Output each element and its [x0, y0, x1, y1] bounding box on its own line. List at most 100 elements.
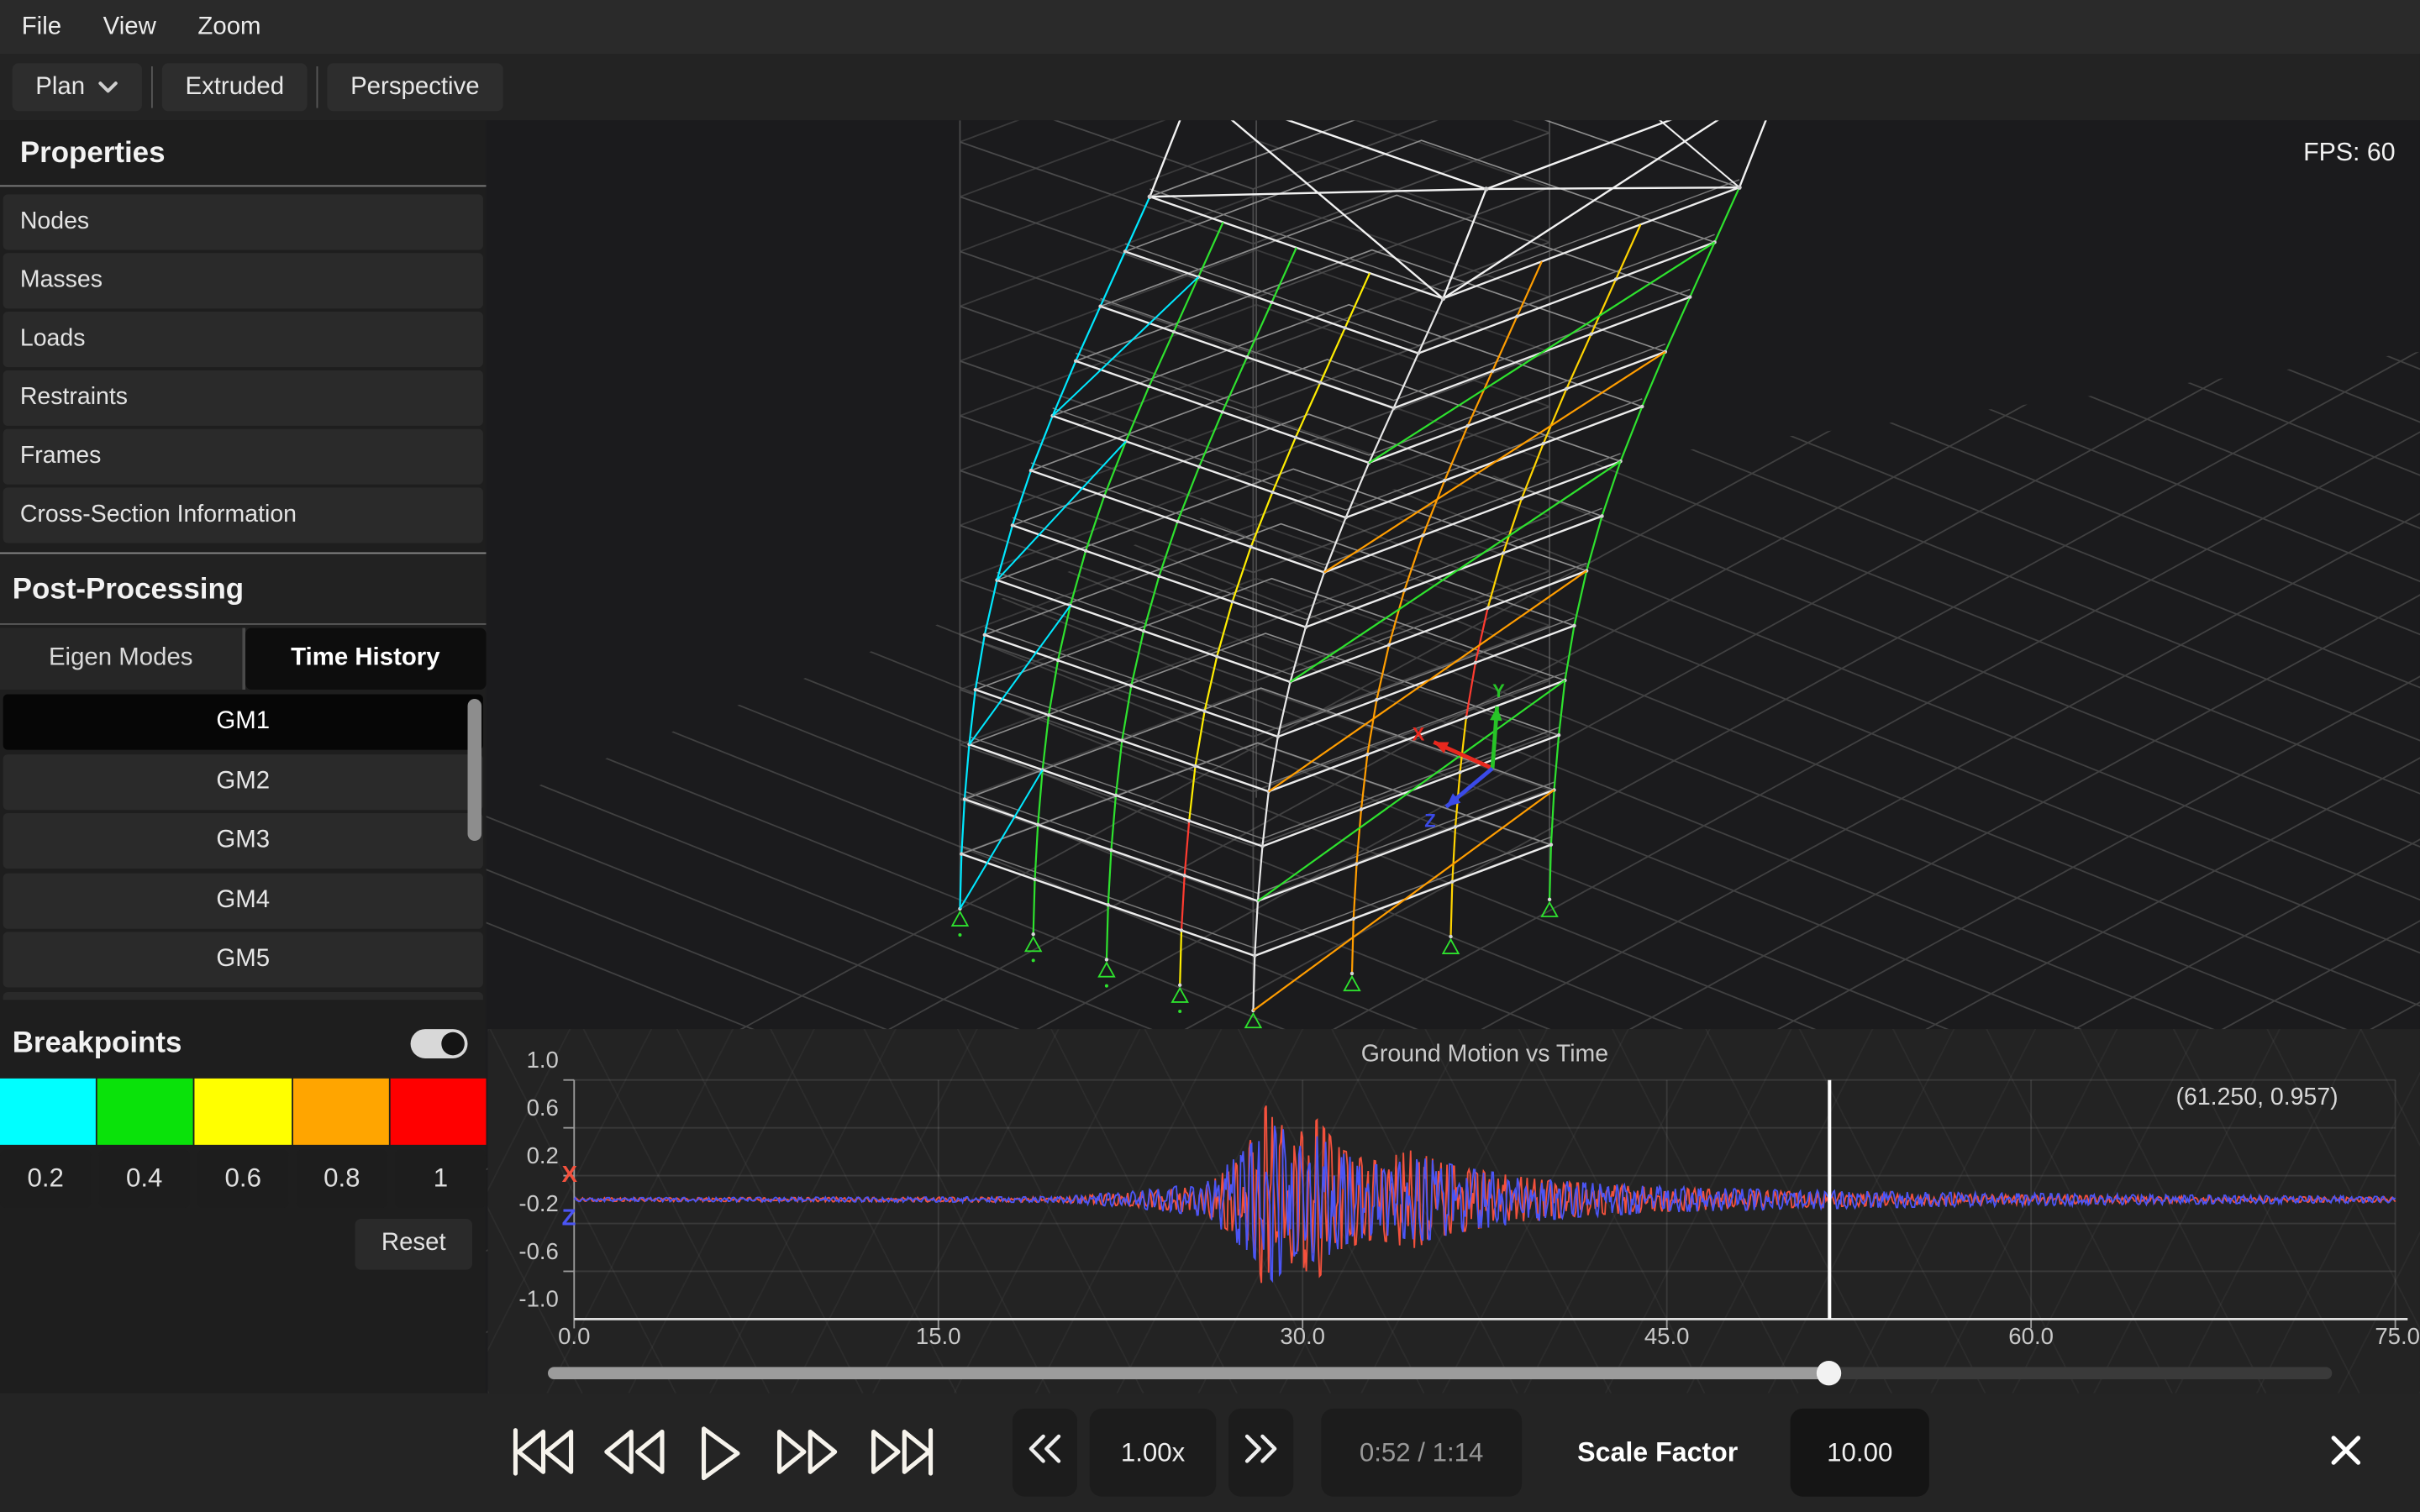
skip-end-button[interactable] [867, 1422, 935, 1488]
menu-zoom[interactable]: Zoom [197, 13, 260, 41]
y-tick: -0.2 [494, 1191, 559, 1219]
playback-speed[interactable]: 1.00x [1090, 1409, 1217, 1497]
plan-dropdown-label: Plan [35, 73, 85, 101]
timeline-slider[interactable] [548, 1367, 2332, 1379]
color-swatch-orange[interactable] [292, 1078, 388, 1144]
breakpoint-values: 0.2 0.4 0.6 0.8 1 [0, 1148, 487, 1207]
rewind-button[interactable] [602, 1422, 666, 1488]
x-tick: 30.0 [1256, 1324, 1349, 1350]
x-tick: 45.0 [1621, 1324, 1713, 1350]
play-button[interactable] [695, 1422, 744, 1492]
sidebar-item-restraints[interactable]: Restraints [3, 370, 483, 426]
breakpoint-value-3[interactable]: 0.6 [197, 1148, 288, 1207]
color-swatch-cyan[interactable] [0, 1078, 96, 1144]
list-item-gm2[interactable]: GM2 [3, 753, 483, 809]
breakpoints-header: Breakpoints [0, 1010, 487, 1078]
speed-up-icon [1239, 1427, 1282, 1478]
extruded-button-label: Extruded [185, 73, 284, 101]
fps-counter: FPS: 60 [2303, 139, 2396, 168]
skip-start-button[interactable] [509, 1422, 577, 1488]
series-label-x: X [562, 1162, 577, 1188]
toolbar-separator [317, 66, 318, 108]
skip-end-icon [867, 1422, 935, 1488]
app-window: File View Zoom Plan Extruded Perspective… [0, 0, 2420, 1512]
y-tick: -0.6 [494, 1239, 559, 1267]
series-label-z: Z [562, 1205, 576, 1231]
breakpoints-toggle[interactable] [411, 1029, 468, 1058]
tab-separator [241, 628, 245, 690]
y-tick: 0.2 [494, 1143, 559, 1171]
ground-motion-chart-panel: Ground Motion vs Time (61.250, 0.957) 1.… [487, 1029, 2420, 1393]
gm-list-scrollbar[interactable] [468, 699, 482, 841]
breakpoint-value-5[interactable]: 1 [395, 1148, 486, 1207]
tab-eigen-modes[interactable]: Eigen Modes [0, 628, 241, 690]
close-button[interactable] [2312, 1420, 2380, 1488]
x-tick: 15.0 [892, 1324, 985, 1350]
play-icon [695, 1422, 744, 1492]
plan-dropdown[interactable]: Plan [13, 63, 142, 111]
fast-forward-button[interactable] [775, 1422, 839, 1488]
scale-factor-input[interactable]: 10.00 [1791, 1409, 1929, 1497]
y-tick: -1.0 [494, 1287, 559, 1315]
timeline-slider-fill [548, 1367, 1829, 1379]
playback-bar: 1.00x 0:52 / 1:14 Scale Factor 10.00 [0, 1394, 2420, 1512]
breakpoint-value-2[interactable]: 0.4 [99, 1148, 190, 1207]
menu-bar: File View Zoom [0, 0, 2420, 54]
time-display: 0:52 / 1:14 [1321, 1409, 1522, 1497]
list-item-gm1[interactable]: GM1 [3, 695, 483, 750]
x-tick: 0.0 [528, 1324, 620, 1350]
list-item-gm5[interactable]: GM5 [3, 932, 483, 987]
post-processing-tabs: Eigen Modes Time History [0, 628, 487, 690]
list-item-gm3[interactable]: GM3 [3, 813, 483, 869]
y-tick: 0.6 [494, 1095, 559, 1123]
ground-motion-list: GM1 GM2 GM3 GM4 GM5 [0, 695, 487, 1000]
svg-text:Z: Z [1424, 810, 1435, 831]
speed-down-icon [1023, 1427, 1066, 1478]
x-tick: 60.0 [1985, 1324, 2077, 1350]
cursor-readout: (61.250, 0.957) [2176, 1084, 2338, 1112]
list-item-gm4[interactable]: GM4 [3, 873, 483, 928]
perspective-button-label: Perspective [350, 73, 480, 101]
sidebar-item-cross-section[interactable]: Cross-Section Information [3, 487, 483, 543]
playback-speed-value: 1.00x [1121, 1437, 1185, 1468]
speed-up-button[interactable] [1228, 1409, 1293, 1497]
scale-factor-label: Scale Factor [1577, 1394, 1738, 1512]
time-display-value: 0:52 / 1:14 [1360, 1437, 1484, 1468]
sidebar: Properties Nodes Masses Loads Restraints… [0, 120, 487, 1393]
ground-motion-plot[interactable] [487, 1029, 2420, 1393]
rewind-icon [602, 1422, 666, 1488]
x-tick: 75.0 [2333, 1324, 2420, 1350]
reset-row: Reset [0, 1218, 487, 1269]
view-toolbar: Plan Extruded Perspective [0, 54, 2420, 120]
svg-text:X: X [1413, 724, 1425, 745]
color-swatch-red[interactable] [390, 1078, 486, 1144]
sidebar-item-frames[interactable]: Frames [3, 429, 483, 485]
chart-title: Ground Motion vs Time [574, 1042, 2395, 1069]
post-processing-header: Post-Processing [0, 553, 487, 625]
sidebar-item-loads[interactable]: Loads [3, 312, 483, 367]
breakpoint-value-1[interactable]: 0.2 [0, 1148, 91, 1207]
close-icon [2328, 1431, 2365, 1476]
breakpoints-title: Breakpoints [13, 1026, 182, 1060]
tab-time-history[interactable]: Time History [245, 628, 486, 690]
speed-down-button[interactable] [1013, 1409, 1077, 1497]
reset-button[interactable]: Reset [355, 1218, 472, 1269]
perspective-button[interactable]: Perspective [328, 63, 503, 111]
list-item-clipped[interactable] [3, 991, 483, 999]
menu-file[interactable]: File [22, 13, 61, 41]
chevron-down-icon [97, 73, 119, 101]
sidebar-item-masses[interactable]: Masses [3, 253, 483, 308]
sidebar-item-nodes[interactable]: Nodes [3, 194, 483, 249]
breakpoint-value-4[interactable]: 0.8 [297, 1148, 387, 1207]
color-swatch-yellow[interactable] [195, 1078, 291, 1144]
svg-text:Y: Y [1492, 680, 1505, 701]
toolbar-separator [151, 66, 153, 108]
properties-header: Properties [0, 120, 487, 186]
menu-view[interactable]: View [103, 13, 156, 41]
toggle-knob [441, 1032, 465, 1056]
skip-start-icon [509, 1422, 577, 1488]
color-swatch-green[interactable] [97, 1078, 193, 1144]
extruded-button[interactable]: Extruded [162, 63, 308, 111]
3d-viewport[interactable]: X Y Z FPS: 60 Ground Motion vs Time (61.25… [487, 120, 2420, 1393]
scale-factor-value: 10.00 [1827, 1437, 1892, 1468]
